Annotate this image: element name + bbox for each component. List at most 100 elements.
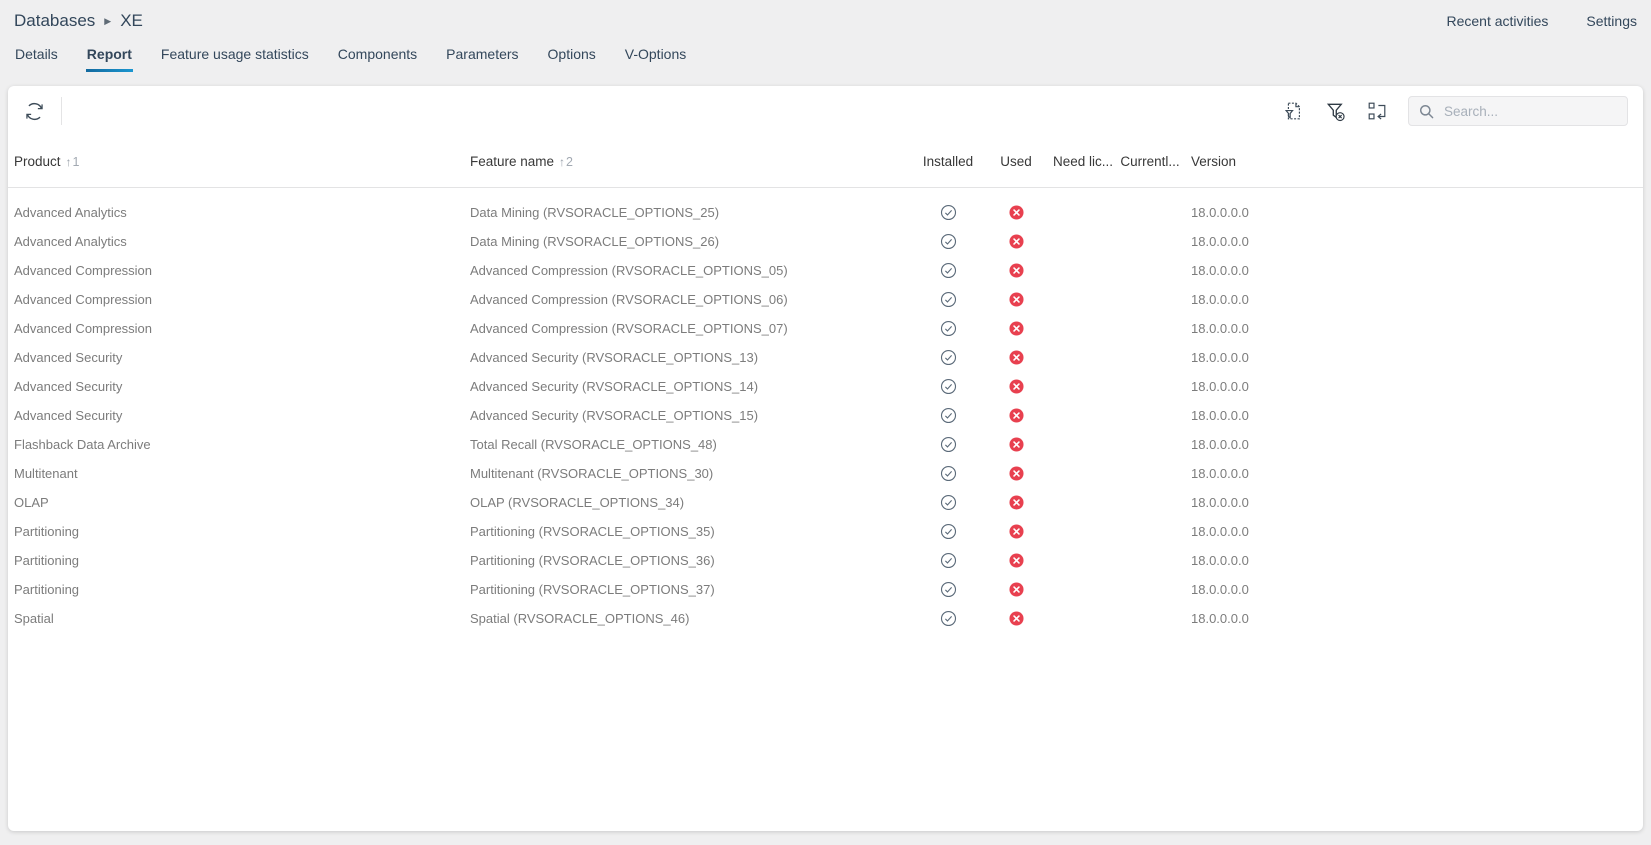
row-product: Advanced Analytics xyxy=(8,234,470,249)
row-product: Spatial xyxy=(8,611,470,626)
installed-check-icon xyxy=(940,320,957,337)
page-header: Databases ▶ XE Recent activities Setting… xyxy=(0,0,1651,38)
row-feature-name: Advanced Compression (RVSORACLE_OPTIONS_… xyxy=(470,321,913,336)
tab-parameters[interactable]: Parameters xyxy=(445,38,519,74)
cell-used xyxy=(983,495,1049,510)
table-row[interactable]: Advanced CompressionAdvanced Compression… xyxy=(8,314,1643,343)
tab-feature-usage-statistics[interactable]: Feature usage statistics xyxy=(160,38,310,74)
tab-bar: Details Report Feature usage statistics Com… xyxy=(0,38,1651,74)
used-cross-icon xyxy=(1009,611,1024,626)
used-cross-icon xyxy=(1009,379,1024,394)
installed-check-icon xyxy=(940,204,957,221)
cell-installed xyxy=(913,233,983,250)
table-row[interactable]: PartitioningPartitioning (RVSORACLE_OPTI… xyxy=(8,517,1643,546)
cell-used xyxy=(983,466,1049,481)
tab-details[interactable]: Details xyxy=(14,38,59,74)
row-feature-name: Partitioning (RVSORACLE_OPTIONS_37) xyxy=(470,582,913,597)
table-row[interactable]: Flashback Data ArchiveTotal Recall (RVSO… xyxy=(8,430,1643,459)
column-chooser-button[interactable] xyxy=(1360,94,1394,128)
row-product: Advanced Analytics xyxy=(8,205,470,220)
breadcrumb-current: XE xyxy=(120,11,143,31)
breadcrumb-separator-icon: ▶ xyxy=(104,15,111,27)
row-feature-name: Advanced Security (RVSORACLE_OPTIONS_15) xyxy=(470,408,913,423)
table-row[interactable]: Advanced AnalyticsData Mining (RVSORACLE… xyxy=(8,198,1643,227)
table-row[interactable]: PartitioningPartitioning (RVSORACLE_OPTI… xyxy=(8,575,1643,604)
used-cross-icon xyxy=(1009,263,1024,278)
cell-used xyxy=(983,408,1049,423)
table-row[interactable]: Advanced AnalyticsData Mining (RVSORACLE… xyxy=(8,227,1643,256)
row-product: Advanced Compression xyxy=(8,321,470,336)
used-cross-icon xyxy=(1009,205,1024,220)
tab-components[interactable]: Components xyxy=(337,38,418,74)
row-product: Advanced Security xyxy=(8,379,470,394)
header-links: Recent activities Settings xyxy=(1446,13,1637,29)
row-product: Advanced Security xyxy=(8,408,470,423)
table-row[interactable]: Advanced SecurityAdvanced Security (RVSO… xyxy=(8,343,1643,372)
row-feature-name: Advanced Compression (RVSORACLE_OPTIONS_… xyxy=(470,263,913,278)
table-row[interactable]: SpatialSpatial (RVSORACLE_OPTIONS_46)18.… xyxy=(8,604,1643,633)
cell-installed xyxy=(913,436,983,453)
cell-used xyxy=(983,524,1049,539)
table-row[interactable]: Advanced CompressionAdvanced Compression… xyxy=(8,285,1643,314)
column-header-needlic[interactable]: Need lic... xyxy=(1049,154,1117,169)
column-label: Version xyxy=(1191,154,1236,169)
row-feature-name: Advanced Security (RVSORACLE_OPTIONS_13) xyxy=(470,350,913,365)
row-version: 18.0.0.0.0 xyxy=(1183,205,1308,220)
installed-check-icon xyxy=(940,581,957,598)
row-product: Advanced Compression xyxy=(8,292,470,307)
column-label: Used xyxy=(1000,154,1032,169)
cell-used xyxy=(983,611,1049,626)
cell-used xyxy=(983,321,1049,336)
breadcrumb: Databases ▶ XE xyxy=(14,11,143,31)
used-cross-icon xyxy=(1009,234,1024,249)
row-version: 18.0.0.0.0 xyxy=(1183,263,1308,278)
installed-check-icon xyxy=(940,378,957,395)
table-row[interactable]: PartitioningPartitioning (RVSORACLE_OPTI… xyxy=(8,546,1643,575)
row-version: 18.0.0.0.0 xyxy=(1183,466,1308,481)
tab-v-options[interactable]: V-Options xyxy=(624,38,687,74)
row-feature-name: Partitioning (RVSORACLE_OPTIONS_35) xyxy=(470,524,913,539)
filter-report-button[interactable] xyxy=(1276,94,1310,128)
used-cross-icon xyxy=(1009,495,1024,510)
tab-report[interactable]: Report xyxy=(86,38,133,74)
row-version: 18.0.0.0.0 xyxy=(1183,553,1308,568)
row-feature-name: Data Mining (RVSORACLE_OPTIONS_25) xyxy=(470,205,913,220)
table-row[interactable]: Advanced SecurityAdvanced Security (RVSO… xyxy=(8,401,1643,430)
cell-installed xyxy=(913,262,983,279)
column-header-currently[interactable]: Currentl... xyxy=(1117,154,1183,169)
column-header-product[interactable]: Product↑1 xyxy=(8,154,470,169)
table-row[interactable]: Advanced CompressionAdvanced Compression… xyxy=(8,256,1643,285)
installed-check-icon xyxy=(940,407,957,424)
breadcrumb-root[interactable]: Databases xyxy=(14,11,95,31)
refresh-button[interactable] xyxy=(17,94,51,128)
cell-installed xyxy=(913,494,983,511)
row-feature-name: Partitioning (RVSORACLE_OPTIONS_36) xyxy=(470,553,913,568)
cell-used xyxy=(983,234,1049,249)
row-feature-name: Total Recall (RVSORACLE_OPTIONS_48) xyxy=(470,437,913,452)
tab-options[interactable]: Options xyxy=(547,38,597,74)
row-version: 18.0.0.0.0 xyxy=(1183,321,1308,336)
settings-link[interactable]: Settings xyxy=(1586,13,1637,29)
table-row[interactable]: MultitenantMultitenant (RVSORACLE_OPTION… xyxy=(8,459,1643,488)
row-version: 18.0.0.0.0 xyxy=(1183,234,1308,249)
column-header-used[interactable]: Used xyxy=(983,154,1049,169)
recent-activities-link[interactable]: Recent activities xyxy=(1446,13,1548,29)
cell-installed xyxy=(913,465,983,482)
clear-filter-button[interactable] xyxy=(1318,94,1352,128)
used-cross-icon xyxy=(1009,292,1024,307)
refresh-icon xyxy=(23,100,46,123)
used-cross-icon xyxy=(1009,524,1024,539)
column-label: Installed xyxy=(923,154,973,169)
table-row[interactable]: OLAPOLAP (RVSORACLE_OPTIONS_34)18.0.0.0.… xyxy=(8,488,1643,517)
search-input[interactable] xyxy=(1442,103,1618,120)
cell-used xyxy=(983,582,1049,597)
column-header-installed[interactable]: Installed xyxy=(913,154,983,169)
used-cross-icon xyxy=(1009,408,1024,423)
column-header-feature[interactable]: Feature name↑2 xyxy=(470,154,913,169)
row-product: Multitenant xyxy=(8,466,470,481)
cell-installed xyxy=(913,407,983,424)
table-row[interactable]: Advanced SecurityAdvanced Security (RVSO… xyxy=(8,372,1643,401)
sort-ascending-indicator: ↑2 xyxy=(559,155,573,169)
column-header-version[interactable]: Version xyxy=(1183,154,1308,169)
cell-used xyxy=(983,437,1049,452)
